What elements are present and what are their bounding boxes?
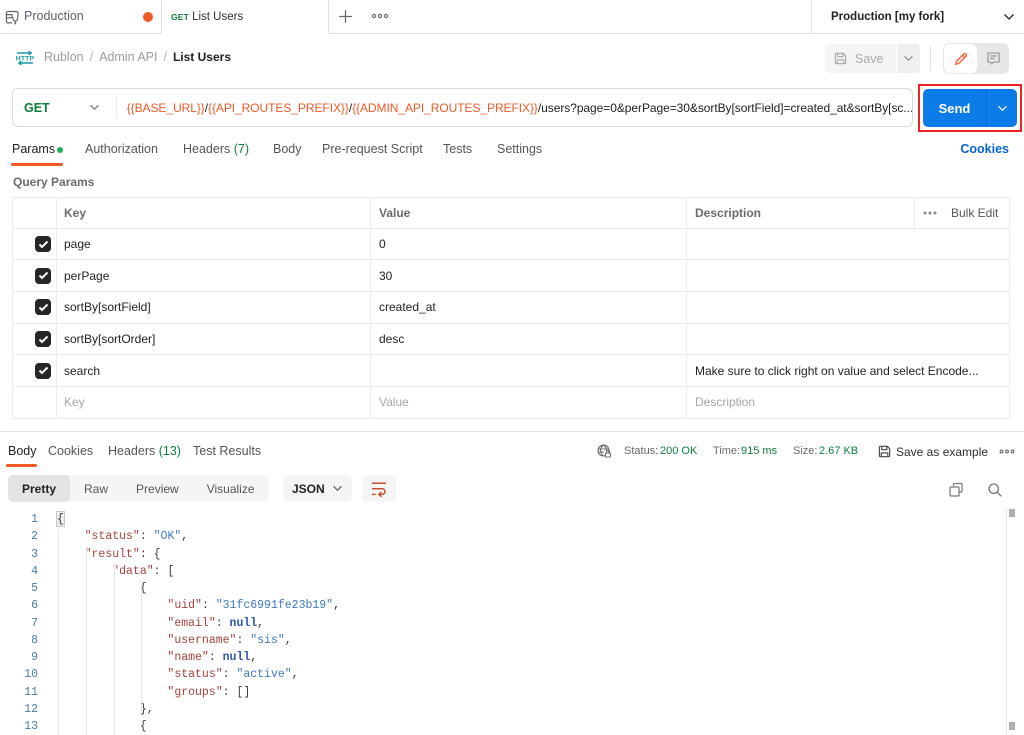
svg-text:HTTP: HTTP xyxy=(16,55,35,62)
